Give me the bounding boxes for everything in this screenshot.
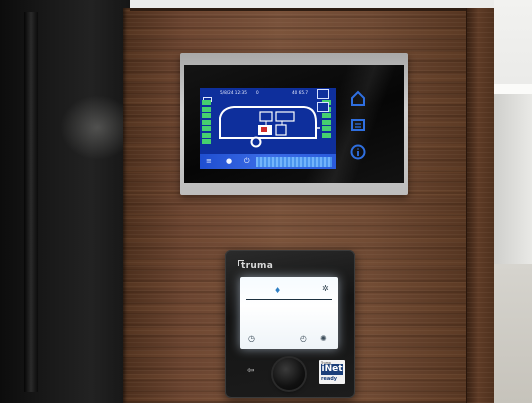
page-icon[interactable]	[317, 102, 329, 112]
level-bar	[202, 113, 211, 118]
control-panel: 5/8/24 12:35 0 40 65.7 8.3°	[180, 53, 408, 195]
heater-screen[interactable]: ♦ ✲ ◷ ◴ ✺	[240, 277, 338, 349]
menu-button[interactable]	[348, 116, 368, 134]
status-indicator: 0	[256, 90, 259, 95]
level-bar	[202, 119, 211, 125]
screen-bottom-bar: ≡ ● ⏻	[200, 154, 336, 169]
inet-ready-badge: Truma iNet ready	[319, 360, 345, 384]
screen-corner-icons	[317, 89, 329, 129]
info-button[interactable]	[348, 143, 368, 161]
drop-icon: ♦	[274, 286, 282, 295]
level-bar	[202, 100, 211, 105]
menu-icon	[351, 119, 365, 131]
wood-side-trim	[466, 8, 495, 403]
info-icon	[350, 144, 366, 160]
status-date-time: 5/8/24 12:35	[220, 90, 247, 95]
level-bar	[202, 132, 211, 138]
badge-inet-text: iNet	[321, 364, 343, 375]
clock-icon: ◷	[248, 334, 255, 343]
level-bar	[202, 126, 211, 131]
progress-strip	[256, 157, 332, 167]
left-door-frame	[24, 12, 38, 392]
status-bar: 5/8/24 12:35 0 40 65.7 8.3°	[200, 88, 336, 97]
scene: 5/8/24 12:35 0 40 65.7 8.3°	[0, 0, 532, 403]
caravan-diagram-icon	[219, 106, 320, 148]
light-icon[interactable]: ≡	[206, 157, 212, 166]
page-icon[interactable]	[317, 89, 329, 99]
timer-icon: ◴	[300, 334, 307, 343]
level-bar	[202, 139, 211, 144]
home-button[interactable]	[348, 89, 368, 107]
status-reading: 40 65.7	[292, 90, 308, 95]
fan-icon: ✲	[322, 284, 329, 293]
badge-ready-text: ready	[321, 376, 338, 382]
level-bar	[322, 132, 331, 138]
home-icon	[351, 90, 365, 106]
screen-divider	[246, 299, 332, 300]
left-dark-wall	[0, 0, 130, 403]
left-level-gauge	[202, 100, 211, 148]
right-light-strip	[494, 84, 532, 94]
back-arrow-icon[interactable]: ⇦	[247, 367, 255, 376]
right-window-frame	[494, 94, 532, 264]
rotary-knob[interactable]	[273, 358, 305, 390]
heater-control-panel: truma ♦ ✲ ◷ ◴ ✺ ⇦ Truma iNet ready	[225, 250, 355, 398]
power-icon[interactable]: ⏻	[244, 157, 250, 166]
wood-top-edge	[130, 8, 494, 11]
fire-icon: ✺	[320, 334, 327, 343]
control-panel-screen[interactable]: 5/8/24 12:35 0 40 65.7 8.3°	[200, 88, 336, 169]
right-door	[494, 264, 532, 403]
level-bar	[202, 106, 211, 112]
sun-icon[interactable]: ●	[226, 157, 232, 166]
brand-logo: truma	[241, 261, 274, 271]
